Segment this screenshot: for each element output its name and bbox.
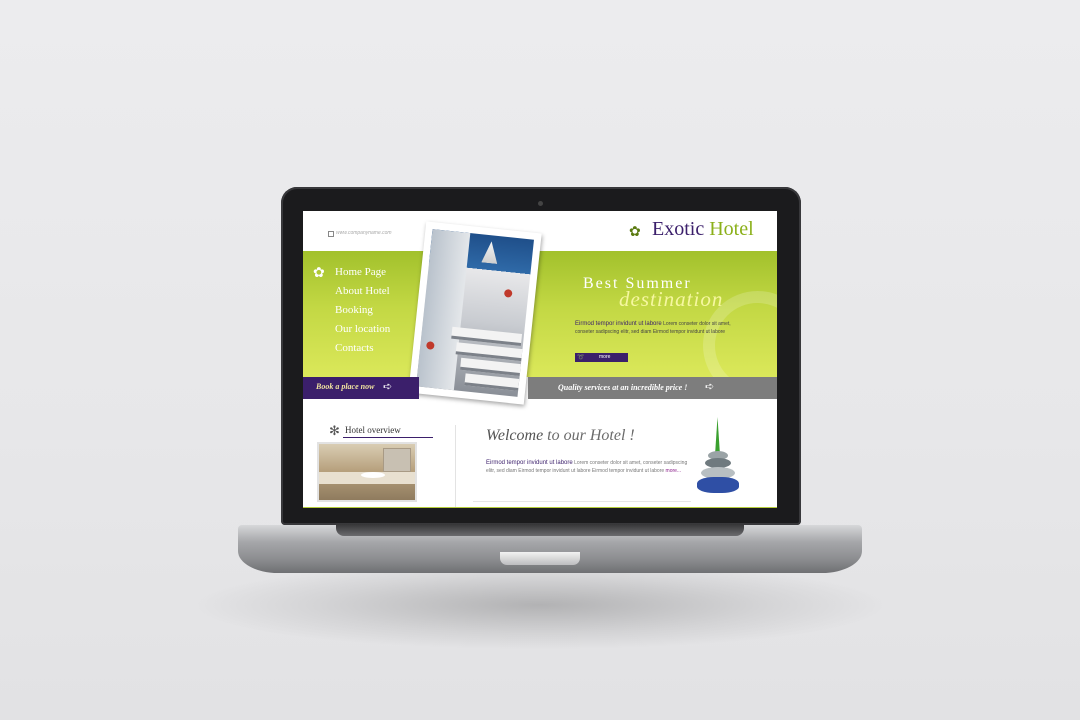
arrow-right-icon: ➪ [705, 381, 715, 393]
stairs-photo [416, 229, 534, 397]
welcome-lead: Eirmod tempor invidunt ut labore [486, 460, 573, 466]
welcome-text: Eirmod tempor invidunt ut labore Lorem c… [486, 459, 691, 475]
laptop-hinge [336, 524, 744, 536]
laptop-screen: www.companyname.com ✿ Exotic Hotel ✿ Hom… [303, 211, 777, 508]
welcome-title: Welcome to our Hotel ! [486, 427, 635, 445]
asterisk-flower-icon: ✻ [329, 423, 340, 438]
nav-home[interactable]: Home Page [335, 263, 390, 282]
bathroom-photo[interactable] [317, 442, 417, 502]
logo-word-2: Hotel [709, 218, 754, 240]
blue-towel [697, 477, 739, 493]
nav-contacts[interactable]: Contacts [335, 339, 390, 358]
swirl-icon: ➰ [577, 355, 585, 361]
nav-about-hotel[interactable]: About Hotel [335, 282, 390, 301]
quality-bar: Quality services at an incredible price … [528, 377, 777, 399]
hero-photo [408, 221, 542, 405]
welcome-divider [473, 501, 691, 502]
flower-logo-icon: ✿ [629, 223, 641, 239]
book-now-label: Book a place now [316, 382, 375, 391]
site-url[interactable]: www.companyname.com [336, 230, 392, 236]
arrow-right-icon: ➪ [383, 381, 393, 393]
spa-stones-image [695, 417, 745, 495]
flower-pot [503, 288, 513, 298]
photo-step [464, 373, 520, 391]
leaf-icon [715, 417, 720, 455]
book-now-bar[interactable]: Book a place now ➪ [303, 377, 419, 399]
laptop-shadow [190, 560, 890, 650]
photo-mirror [383, 448, 411, 472]
hero-more-label: more [599, 354, 611, 360]
hero-text: Eirmod tempor invidunt ut labore Lorem c… [575, 320, 740, 336]
quality-label: Quality services at an incredible price … [558, 383, 688, 392]
welcome-more-link[interactable]: more... [666, 468, 682, 474]
webcam [538, 201, 543, 206]
url-icon [328, 231, 334, 237]
laptop-notch [500, 552, 580, 565]
hero-lead: Eirmod tempor invidunt ut labore [575, 321, 662, 327]
welcome-title-b: to our Hotel ! [543, 427, 635, 444]
hero-more-button[interactable]: ➰ more [575, 353, 628, 362]
main-nav: ✿ Home Page About Hotel Booking Our loca… [313, 263, 390, 358]
photo-sink [361, 472, 385, 478]
welcome-title-a: Welcome [486, 427, 544, 444]
column-divider [455, 425, 456, 507]
overview-title: Hotel overview [345, 425, 401, 435]
flower-icon: ✿ [313, 264, 325, 280]
screen-edge-line [303, 507, 777, 508]
site-logo[interactable]: Exotic Hotel [652, 218, 754, 241]
overview-divider [343, 437, 433, 438]
hero-title-line-2: destination [619, 287, 724, 311]
nav-booking[interactable]: Booking [335, 301, 390, 320]
logo-word-1: Exotic [652, 218, 705, 240]
nav-our-location[interactable]: Our location [335, 320, 390, 339]
umbrella-icon [481, 241, 499, 265]
